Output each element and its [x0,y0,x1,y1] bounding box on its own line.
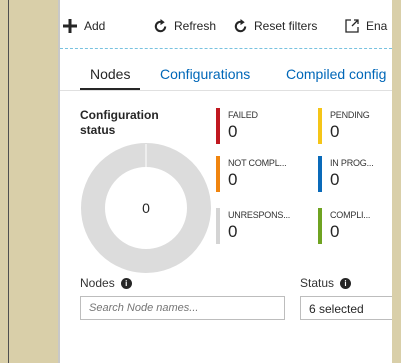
refresh-button[interactable]: Refresh [152,18,216,34]
stat-label: IN PROG... [330,158,374,168]
stat-value: 0 [228,222,238,241]
compliant-color-bar [318,208,322,244]
window-left-edge [0,0,9,363]
stat-label: UNRESPONS... [228,210,291,220]
reset-filters-label: Reset filters [254,19,318,33]
in-progress-color-bar [318,156,322,192]
info-icon[interactable]: i [120,277,132,289]
stat-label: PENDING [330,110,370,120]
status-donut-chart[interactable]: 0 [80,142,212,274]
stat-not-compliant[interactable]: NOT COMPL... 0 [216,156,306,192]
donut-total-count: 0 [142,200,150,216]
add-label: Add [84,19,106,33]
status-select-value: 6 selected [309,302,364,316]
nodes-label-text: Nodes [80,276,115,290]
pending-color-bar [318,108,322,144]
not-compliant-color-bar [216,156,220,192]
toolbar: Add Refresh Reset filters Ena [60,0,392,49]
stat-value: 0 [330,170,340,189]
stat-label: NOT COMPL... [228,158,287,168]
stat-unresponsive[interactable]: UNRESPONS... 0 [216,208,306,244]
unresponsive-color-bar [216,208,220,244]
reset-filters-button[interactable]: Reset filters [232,18,317,34]
reset-icon [232,18,248,34]
stat-label: FAILED [228,110,258,120]
info-icon[interactable]: i [340,277,352,289]
stat-compliant[interactable]: COMPLI... 0 [318,208,392,244]
stat-value: 0 [228,170,238,189]
stat-label: COMPLI... [330,210,371,220]
stat-value: 0 [330,222,340,241]
stat-failed[interactable]: FAILED 0 [216,108,306,144]
stat-value: 0 [330,122,340,141]
stat-value: 0 [228,122,238,141]
active-tab-indicator [80,88,140,90]
enable-label: Ena [366,19,388,33]
nodes-panel: Add Refresh Reset filters Ena Nodes Conf… [60,0,392,363]
refresh-label: Refresh [174,19,217,33]
status-select[interactable]: 6 selected [300,296,392,320]
status-filter-label: Status i [300,276,352,290]
configuration-status-title: Configuration status [80,108,159,137]
stat-pending[interactable]: PENDING 0 [318,108,392,144]
tab-compiled-configurations[interactable]: Compiled config [286,66,386,82]
external-link-icon [344,18,360,34]
tab-configurations[interactable]: Configurations [160,66,250,82]
enable-button[interactable]: Ena [344,18,387,34]
window-right-edge [392,0,401,363]
status-label-text: Status [300,276,335,290]
refresh-icon [152,18,168,34]
tab-bar: Nodes Configurations Compiled config [60,60,392,91]
tab-nodes[interactable]: Nodes [90,66,130,82]
node-search-input[interactable] [80,296,285,320]
nodes-filter-label: Nodes i [80,276,132,290]
stat-in-progress[interactable]: IN PROG... 0 [318,156,392,192]
plus-icon [62,18,78,34]
add-button[interactable]: Add [62,18,105,34]
failed-color-bar [216,108,220,144]
